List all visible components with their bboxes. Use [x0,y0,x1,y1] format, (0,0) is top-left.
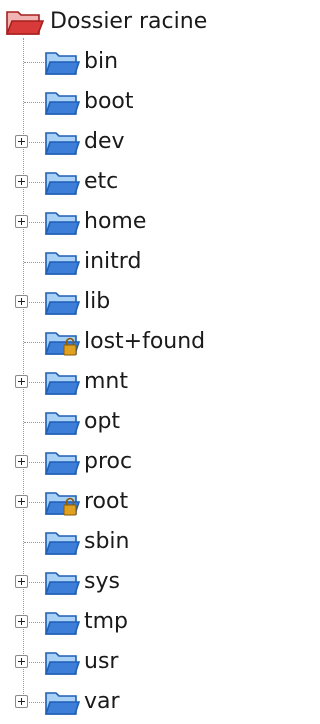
folder-icon [44,208,80,238]
tree-branch-line [24,342,46,343]
folder-icon [44,448,80,478]
tree-item-label: mnt [84,369,128,394]
tree-item-bin[interactable]: bin [0,42,268,82]
expand-plus-icon[interactable] [15,575,28,588]
folder-icon [44,528,80,558]
tree-item-root[interactable]: root [0,482,268,522]
expand-plus-icon[interactable] [15,695,28,708]
tree-item-label: proc [84,449,133,474]
folder-open-red-icon [4,6,44,38]
folder-icon [44,688,80,718]
expand-plus-icon[interactable] [15,615,28,628]
tree-branch-line [24,422,46,423]
tree-branch-line [24,62,46,63]
tree-item-label: opt [84,409,121,434]
tree-item-label: usr [84,649,119,674]
folder-icon [44,288,80,318]
tree-item-var[interactable]: var [0,682,268,722]
tree-item-label: lost+found [84,329,206,354]
tree-item-tmp[interactable]: tmp [0,602,268,642]
expand-plus-icon[interactable] [15,495,28,508]
tree-item-label: sys [84,569,120,594]
expand-plus-icon[interactable] [15,655,28,668]
tree-item-label: dev [84,129,125,154]
tree-item-sbin[interactable]: sbin [0,522,268,562]
tree-item-label: var [84,689,120,714]
locked-folder-icon [44,328,80,358]
tree-item-lost-found[interactable]: lost+found [0,322,268,362]
tree-item-mnt[interactable]: mnt [0,362,268,402]
tree-item-boot[interactable]: boot [0,82,268,122]
expand-plus-icon[interactable] [15,375,28,388]
folder-icon [44,568,80,598]
tree-item-label: root [84,489,129,514]
folder-icon [44,168,80,198]
tree-item-etc[interactable]: etc [0,162,268,202]
tree-item-proc[interactable]: proc [0,442,268,482]
tree-branch-line [24,262,46,263]
folder-icon [44,368,80,398]
tree-root-label: Dossier racine [50,9,208,34]
tree-item-sys[interactable]: sys [0,562,268,602]
tree-branch-line [24,102,46,103]
folder-icon [44,48,80,78]
folder-icon [44,128,80,158]
expand-plus-icon[interactable] [15,215,28,228]
tree-item-dev[interactable]: dev [0,122,268,162]
tree-item-label: bin [84,49,119,74]
folder-icon [44,88,80,118]
tree-item-label: etc [84,169,119,194]
folder-icon [44,648,80,678]
folder-icon [44,608,80,638]
folder-tree: Dossier racine bin boot dev etc home initrd li… [0,0,268,724]
expand-plus-icon[interactable] [15,175,28,188]
tree-item-label: sbin [84,529,130,554]
expand-plus-icon[interactable] [15,135,28,148]
tree-item-home[interactable]: home [0,202,268,242]
tree-item-label: home [84,209,147,234]
tree-item-label: boot [84,89,134,114]
expand-plus-icon[interactable] [15,455,28,468]
tree-item-lib[interactable]: lib [0,282,268,322]
tree-item-usr[interactable]: usr [0,642,268,682]
tree-item-label: initrd [84,249,142,274]
tree-item-initrd[interactable]: initrd [0,242,268,282]
tree-root-row[interactable]: Dossier racine [0,2,268,42]
folder-icon [44,248,80,278]
tree-item-label: tmp [84,609,129,634]
tree-item-opt[interactable]: opt [0,402,268,442]
tree-item-label: lib [84,289,111,314]
folder-icon [44,408,80,438]
tree-branch-line [24,542,46,543]
locked-folder-icon [44,488,80,518]
expand-plus-icon[interactable] [15,295,28,308]
